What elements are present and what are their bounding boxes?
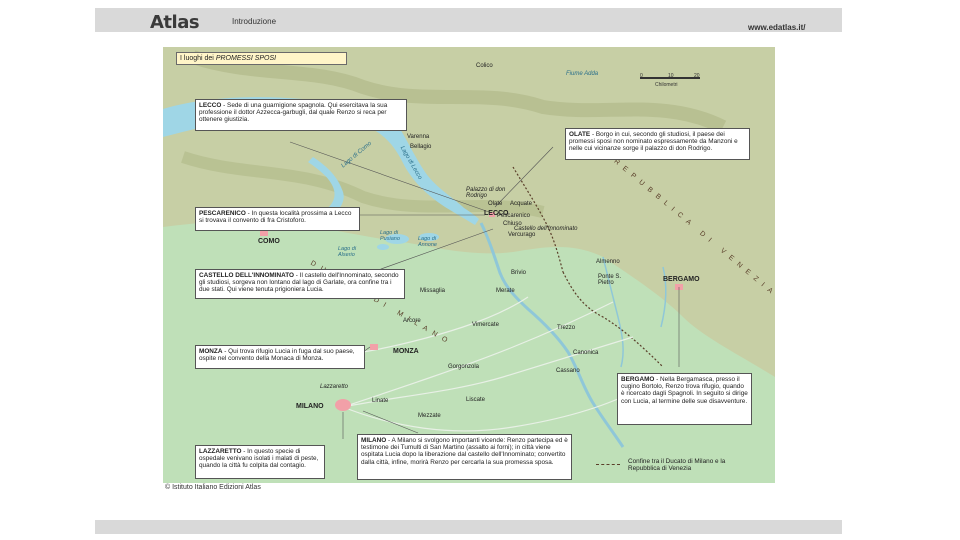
place-liscate: Liscate bbox=[466, 397, 486, 403]
scale-label: Chilometri bbox=[655, 82, 678, 88]
place-lazzaretto: Lazzaretto bbox=[320, 384, 349, 390]
place-canonica: Canonica bbox=[573, 350, 599, 356]
place-arcore: Arcore bbox=[403, 318, 421, 324]
top-bar bbox=[95, 8, 842, 32]
legend-border-swatch bbox=[596, 464, 620, 465]
note-castello: CASTELLO DELL'INNOMINATO - Il castello d… bbox=[195, 269, 405, 299]
water-lago-alserio: Lago di Alserio bbox=[338, 246, 357, 258]
site-url[interactable]: www.edatlas.it/ bbox=[748, 23, 806, 32]
place-castello: Castello dell'Innominato bbox=[514, 226, 578, 232]
city-label-bergamo: BERGAMO bbox=[663, 276, 700, 283]
note-lecco: LECCO - Sede di una guarnigione spagnola… bbox=[195, 99, 407, 131]
place-vimercate: Vimercate bbox=[472, 322, 499, 328]
place-vercurago: Vercurago bbox=[508, 232, 536, 238]
place-missaglia: Missaglia bbox=[420, 288, 446, 294]
place-pescarenico: Pescarenico bbox=[497, 213, 531, 219]
place-palazzo: Palazzo di don Rodrigo bbox=[466, 187, 506, 199]
place-brivio: Brivio bbox=[511, 270, 527, 276]
water-lago-pusiano: Lago di Pusiano bbox=[380, 230, 400, 242]
scale-tick-10: 10 bbox=[668, 73, 674, 79]
city-label-como: COMO bbox=[258, 238, 280, 245]
place-trezzo: Trezzo bbox=[557, 325, 576, 331]
map-title-emph: PROMESSI SPOSI bbox=[215, 55, 277, 62]
place-merate: Merate bbox=[496, 288, 515, 294]
place-acquate: Acquate bbox=[510, 201, 533, 207]
water-fiume-adda: Fiume Adda bbox=[566, 71, 599, 77]
note-bergamo: BERGAMO - Nella Bergamasca, presso il cu… bbox=[617, 373, 752, 425]
place-bellagio: Bellagio bbox=[410, 144, 432, 150]
place-linate: Linate bbox=[372, 398, 389, 404]
scale-tick-0: 0 bbox=[640, 73, 643, 79]
bottom-bar bbox=[95, 520, 842, 534]
note-olate: OLATE - Borgo in cui, secondo gli studio… bbox=[565, 128, 750, 160]
note-lazzaretto: LAZZARETTO - In questo specie di ospedal… bbox=[195, 445, 325, 479]
city-label-monza: MONZA bbox=[393, 348, 419, 355]
note-milano: MILANO - A Milano si svolgono importanti… bbox=[357, 434, 572, 480]
city-monza-marker bbox=[370, 344, 378, 350]
place-gorgonzola: Gorgonzola bbox=[448, 364, 480, 370]
atlas-logo: Atlas bbox=[150, 12, 200, 33]
note-pescarenico: PESCARENICO - In questa località prossim… bbox=[195, 207, 360, 231]
scale-tick-20: 20 bbox=[694, 73, 700, 79]
place-colico: Colico bbox=[476, 63, 493, 69]
place-ponte-s-pietro: Ponte S. Pietro bbox=[598, 274, 622, 286]
place-cassano: Cassano bbox=[556, 368, 580, 374]
lake-alserio bbox=[377, 244, 389, 250]
map-title: I luoghi dei PROMESSI SPOSI bbox=[176, 52, 347, 65]
place-varenna: Varenna bbox=[407, 134, 430, 140]
legend-text: Confine tra il Ducato di Milano e la Rep… bbox=[628, 458, 726, 473]
place-almenno: Almenno bbox=[596, 259, 620, 265]
place-mezzate: Mezzate bbox=[418, 413, 441, 419]
city-label-milano: MILANO bbox=[296, 403, 324, 410]
section-title: Introduzione bbox=[232, 17, 277, 26]
place-olate: Olate bbox=[488, 201, 503, 207]
city-milano-marker bbox=[335, 399, 351, 411]
note-monza: MONZA - Qui trova rifugio Lucia in fuga … bbox=[195, 345, 365, 369]
copyright: © Istituto Italiano Edizioni Atlas bbox=[165, 484, 261, 491]
water-lago-annone: Lago di Annone bbox=[418, 236, 437, 248]
